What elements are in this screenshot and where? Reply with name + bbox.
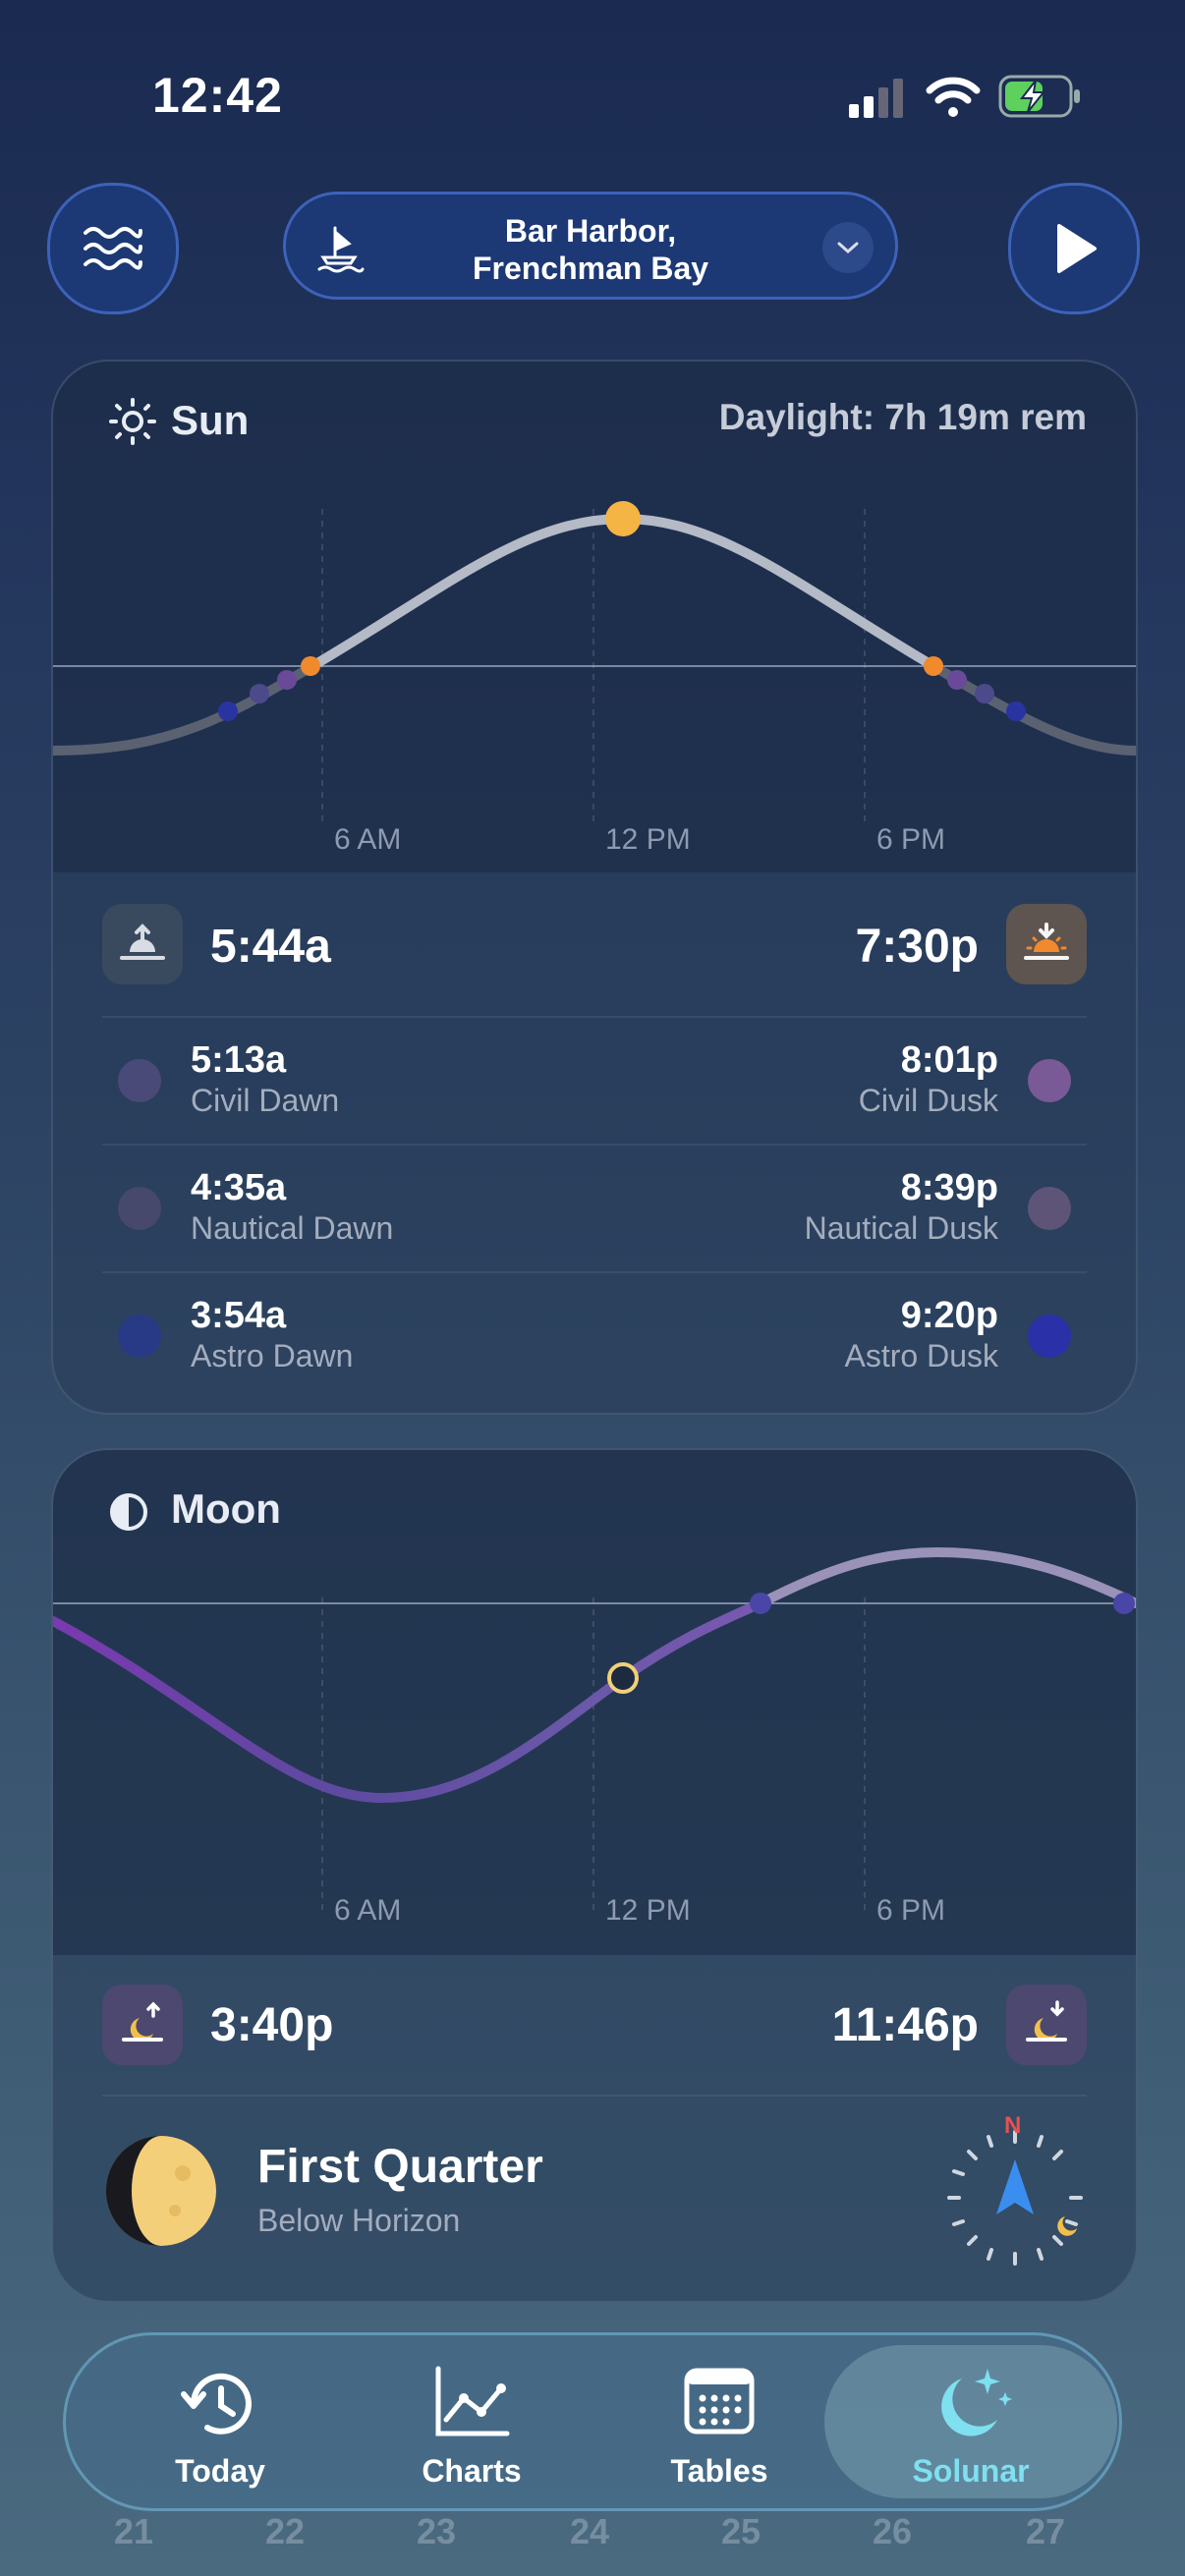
play-button[interactable] [1008,183,1140,314]
tides-button[interactable] [47,183,179,314]
nautical-dawn-label: Nautical Dawn [191,1210,394,1246]
moon-axis-12pm: 12 PM [605,1894,691,1927]
moonset-time: 11:46p [831,1999,979,2051]
status-time: 12:42 [152,68,283,123]
signal-icon [849,79,906,123]
tab-today[interactable]: Today [127,2335,313,2508]
civil-dusk-label: Civil Dusk [858,1083,998,1118]
location-name-line1: Bar Harbor, [504,213,677,249]
location-selector[interactable]: Bar Harbor, Frenchman Bay [283,192,898,300]
sun-path-markers [218,501,1026,721]
moonset-badge [1006,1985,1087,2065]
moon-compass: N [941,2112,1089,2271]
astro-dusk-dot [1028,1315,1071,1358]
tab-tables[interactable]: Tables [626,2335,813,2508]
astro-dusk-label: Astro Dusk [844,1338,998,1373]
moonrise-badge [102,1985,183,2065]
date-23: 23 [417,2511,457,2551]
civil-dawn-time: 5:13a [191,1039,287,1081]
location-name-line2: Frenchman Bay [472,251,709,286]
sunrise-time: 5:44a [210,921,331,973]
moon-position: Below Horizon [257,2203,461,2238]
civil-dawn-dot [118,1059,161,1102]
date-24: 24 [570,2511,610,2551]
moon-phase-name: First Quarter [257,2141,543,2193]
sun-axis-6am: 6 AM [334,823,402,856]
astro-dawn-time: 3:54a [191,1295,287,1336]
moon-axis-6pm: 6 PM [876,1894,946,1927]
tab-solunar-label: Solunar [912,2453,1030,2489]
tab-solunar[interactable]: Solunar [877,2335,1064,2508]
sailboat-icon [317,226,365,273]
sun-axis-6pm: 6 PM [876,823,946,856]
moonrise-icon [122,2001,163,2042]
chevron-down-icon[interactable] [822,222,874,273]
civil-dawn-label: Civil Dawn [191,1083,340,1118]
civil-dusk-time: 8:01p [900,1039,998,1081]
date-22: 22 [265,2511,306,2551]
tab-bar: Today Charts Tables Solunar [63,2332,1122,2511]
battery-icon [998,75,1083,123]
nautical-dusk-dot [1028,1187,1071,1230]
sunrise-badge [102,904,183,984]
nautical-dusk-time: 8:39p [900,1167,998,1208]
wifi-icon [926,75,981,123]
calendar-grid-icon [684,2368,755,2435]
date-21: 21 [114,2511,154,2551]
date-25: 25 [721,2511,762,2551]
sun-path-chart [53,501,1136,823]
astro-dusk-time: 9:20p [900,1295,998,1336]
play-icon [1057,224,1097,273]
moon-path-chart [53,1546,1136,1912]
date-27: 27 [1026,2511,1066,2551]
sun-card: Sun Daylight: 7h 19m rem 6 AM 12 PM 6 PM [51,360,1138,1415]
moon-axis-6am: 6 AM [334,1894,402,1927]
sunset-icon [1024,923,1069,960]
tab-today-label: Today [175,2453,265,2489]
compass-north-label: N [1004,2112,1022,2139]
moonset-icon [1026,2000,1067,2042]
history-icon [181,2373,252,2435]
astro-dawn-dot [118,1315,161,1358]
sunset-badge [1006,904,1087,984]
nautical-dawn-time: 4:35a [191,1167,287,1208]
moon-stars-icon [941,2369,1012,2436]
civil-dusk-dot [1028,1059,1071,1102]
astro-dawn-label: Astro Dawn [191,1338,354,1373]
sun-axis-12pm: 12 PM [605,823,691,856]
moonrise-time: 3:40p [210,1999,334,2051]
moon-phase-icon [106,2136,216,2246]
date-26: 26 [873,2511,913,2551]
line-chart-icon [435,2366,510,2436]
nautical-dawn-dot [118,1187,161,1230]
tab-tables-label: Tables [670,2453,768,2489]
moon-card: Moon 6 AM 12 PM 6 PM 3:40p 11:46p First … [51,1448,1138,2303]
tab-charts-label: Charts [422,2453,522,2489]
sunset-time: 7:30p [855,921,979,973]
location-name: Bar Harbor, Frenchman Bay [404,212,777,287]
tab-charts[interactable]: Charts [378,2335,565,2508]
sunrise-icon [120,924,165,960]
waves-icon [84,227,142,270]
nautical-dusk-label: Nautical Dusk [804,1210,998,1246]
